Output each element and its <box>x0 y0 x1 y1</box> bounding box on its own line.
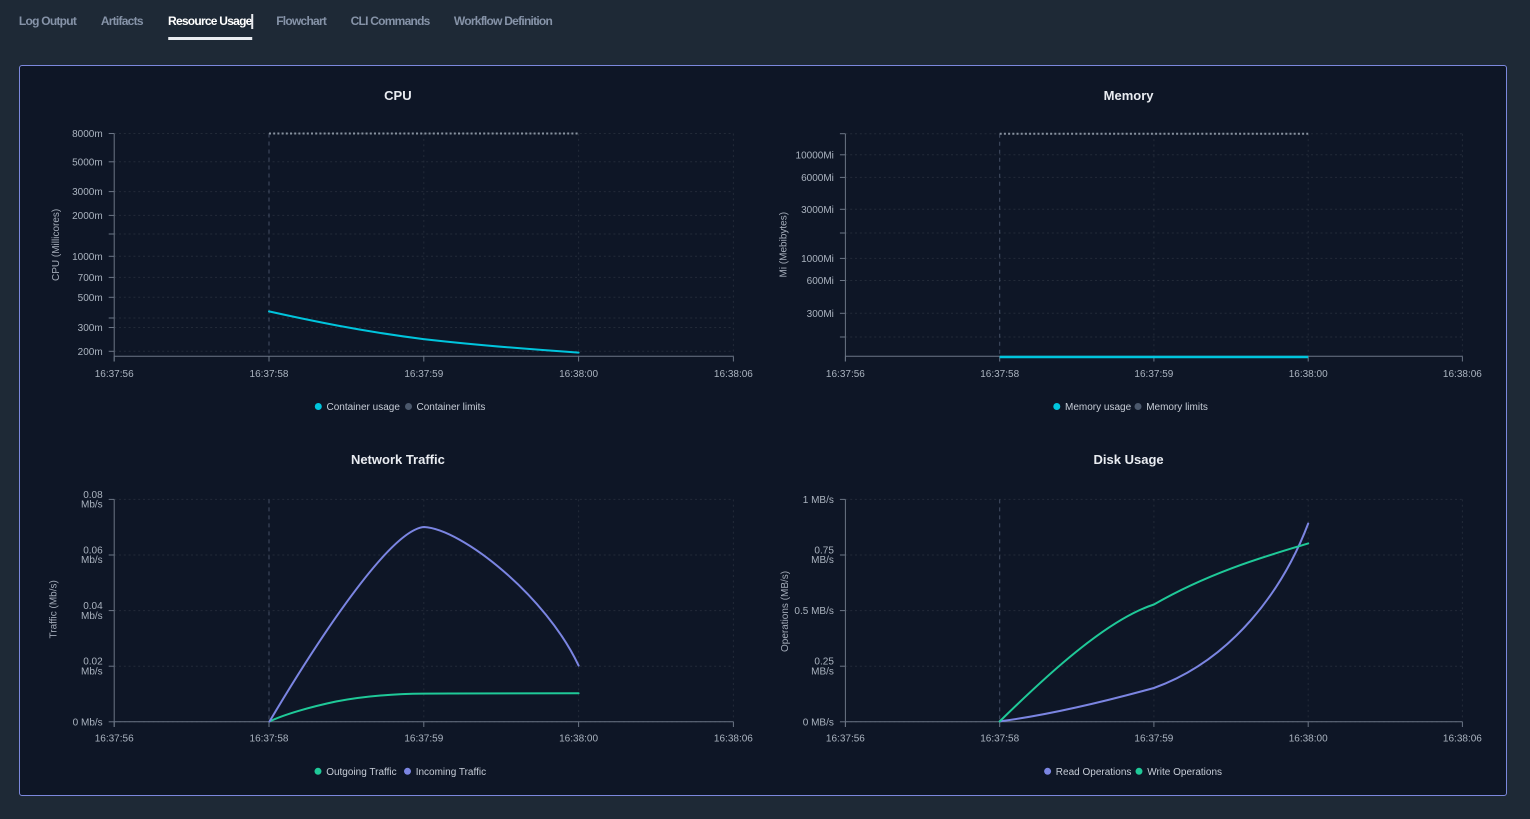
svg-text:Network Traffic: Network Traffic <box>351 452 445 467</box>
svg-text:600Mi: 600Mi <box>807 276 834 287</box>
svg-text:Disk Usage: Disk Usage <box>1094 452 1164 467</box>
svg-text:Memory limits: Memory limits <box>1146 402 1208 413</box>
svg-text:Mb/s: Mb/s <box>81 555 103 566</box>
svg-text:3000Mi: 3000Mi <box>801 205 834 216</box>
svg-text:Incoming Traffic: Incoming Traffic <box>416 767 486 778</box>
svg-text:8000m: 8000m <box>72 129 103 140</box>
svg-text:300m: 300m <box>78 323 103 334</box>
svg-text:16:38:00: 16:38:00 <box>1289 734 1328 745</box>
svg-text:16:37:56: 16:37:56 <box>826 734 865 745</box>
svg-text:16:38:06: 16:38:06 <box>714 734 753 745</box>
svg-text:MB/s: MB/s <box>811 666 834 677</box>
svg-text:0 MB/s: 0 MB/s <box>803 717 834 728</box>
svg-text:6000Mi: 6000Mi <box>801 173 834 184</box>
svg-text:500m: 500m <box>78 293 103 304</box>
svg-text:MB/s: MB/s <box>811 555 834 566</box>
svg-text:5000m: 5000m <box>72 157 103 168</box>
svg-text:Traffic (Mb/s): Traffic (Mb/s) <box>49 580 60 638</box>
svg-text:3000m: 3000m <box>72 187 103 198</box>
svg-text:CPU (Millicores): CPU (Millicores) <box>51 209 62 281</box>
svg-text:10000Mi: 10000Mi <box>796 150 834 161</box>
svg-text:700m: 700m <box>78 273 103 284</box>
svg-text:16:37:58: 16:37:58 <box>250 369 289 380</box>
svg-text:16:38:00: 16:38:00 <box>559 734 598 745</box>
svg-text:Memory: Memory <box>1104 88 1155 103</box>
svg-text:16:38:00: 16:38:00 <box>559 369 598 380</box>
svg-text:16:37:59: 16:37:59 <box>1134 734 1173 745</box>
svg-text:16:38:06: 16:38:06 <box>1443 734 1482 745</box>
svg-text:16:37:59: 16:37:59 <box>404 734 443 745</box>
svg-text:300Mi: 300Mi <box>807 309 834 320</box>
svg-text:0 Mb/s: 0 Mb/s <box>73 717 103 728</box>
svg-text:Container usage: Container usage <box>327 402 401 413</box>
svg-text:CPU: CPU <box>384 88 411 103</box>
svg-text:Memory usage: Memory usage <box>1065 402 1132 413</box>
svg-text:16:37:58: 16:37:58 <box>980 734 1019 745</box>
svg-text:Container limits: Container limits <box>417 402 486 413</box>
svg-text:Mb/s: Mb/s <box>81 611 103 622</box>
svg-text:1000m: 1000m <box>72 252 103 263</box>
svg-text:16:37:56: 16:37:56 <box>95 734 134 745</box>
svg-text:200m: 200m <box>78 347 103 358</box>
svg-text:16:37:56: 16:37:56 <box>826 369 865 380</box>
svg-text:2000m: 2000m <box>72 211 103 222</box>
svg-text:16:37:59: 16:37:59 <box>1134 369 1173 380</box>
svg-text:16:38:06: 16:38:06 <box>1443 369 1482 380</box>
svg-text:Mi (Mebibytes): Mi (Mebibytes) <box>779 212 790 278</box>
svg-text:0.5 MB/s: 0.5 MB/s <box>794 606 833 617</box>
svg-text:Outgoing Traffic: Outgoing Traffic <box>326 767 396 778</box>
svg-text:1000Mi: 1000Mi <box>801 254 834 265</box>
svg-text:Operations (MB/s): Operations (MB/s) <box>780 571 791 652</box>
svg-text:Write Operations: Write Operations <box>1147 767 1222 778</box>
svg-text:1 MB/s: 1 MB/s <box>803 495 834 506</box>
svg-text:16:37:58: 16:37:58 <box>250 734 289 745</box>
svg-text:16:37:58: 16:37:58 <box>980 369 1019 380</box>
svg-text:16:37:59: 16:37:59 <box>404 369 443 380</box>
svg-text:16:38:06: 16:38:06 <box>714 369 753 380</box>
svg-text:Mb/s: Mb/s <box>81 666 103 677</box>
svg-text:Read Operations: Read Operations <box>1056 767 1132 778</box>
svg-text:Mb/s: Mb/s <box>81 500 103 511</box>
svg-text:16:37:56: 16:37:56 <box>95 369 134 380</box>
svg-text:16:38:00: 16:38:00 <box>1289 369 1328 380</box>
